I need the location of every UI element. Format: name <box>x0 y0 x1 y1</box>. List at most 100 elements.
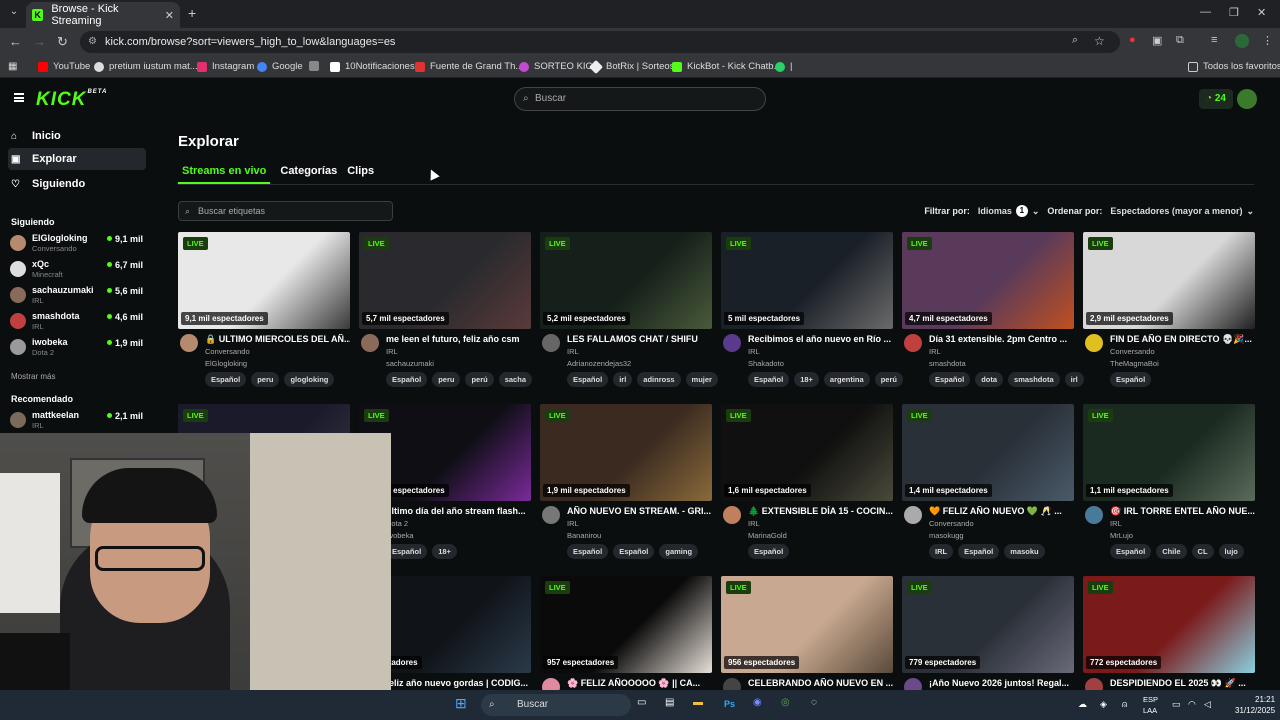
stream-title[interactable]: me leen el futuro, feliz año csm <box>386 334 531 344</box>
tag-chip[interactable]: peru <box>432 372 461 387</box>
stream-title[interactable]: 🎯 IRL TORRE ENTEL AÑO NUE... <box>1110 506 1255 517</box>
new-tab-icon[interactable]: + <box>188 5 196 21</box>
following-item[interactable]: xQc Minecraft 6,7 mil <box>10 259 150 283</box>
stream-title[interactable]: Día 31 extensible. 2pm Centro ... <box>929 334 1074 344</box>
tag-chip[interactable]: perú <box>465 372 494 387</box>
stream-title[interactable]: ¡Año Nuevo 2026 juntos! Regal... <box>929 678 1074 688</box>
tag-chip[interactable]: Español <box>205 372 247 387</box>
streamer-name[interactable]: MrLujo <box>1110 531 1133 540</box>
apps-grid-icon[interactable]: ▦ <box>8 61 17 72</box>
stream-card[interactable]: LIVE 1,4 mil espectadores 🧡 FELIZ AÑO NUE… <box>902 404 1074 569</box>
stream-title[interactable]: feliz año nuevo gordas | CODIG... <box>386 678 531 688</box>
bookmark-botrix[interactable]: BotRix | Sorteos <box>588 59 674 74</box>
onedrive-icon[interactable]: ☁ <box>1078 699 1087 710</box>
stream-thumbnail[interactable]: LIVE 5,2 mil espectadores <box>540 232 712 329</box>
chrome-icon[interactable]: ◎ <box>781 697 790 708</box>
extension-icon[interactable]: ● <box>1129 34 1136 46</box>
following-item[interactable]: sachauzumaki IRL 5,6 mil <box>10 285 150 309</box>
tag-chip[interactable]: gaming <box>659 544 699 559</box>
tag-chip[interactable]: IRL <box>929 544 954 559</box>
streamer-avatar[interactable] <box>723 506 741 524</box>
bookmark-whatsapp[interactable]: | <box>775 61 792 72</box>
tab-search-icon[interactable]: ⌄ <box>6 6 22 22</box>
stream-card[interactable]: LIVE 1,1 mil espectadores 🎯 IRL TORRE ENT… <box>1083 404 1255 569</box>
minimize-icon[interactable]: — <box>1200 6 1211 18</box>
discord-icon[interactable]: ◉ <box>753 697 762 708</box>
stream-thumbnail[interactable]: LIVE 1,4 mil espectadores <box>902 404 1074 501</box>
stream-thumbnail[interactable]: LIVE 1,1 mil espectadores <box>1083 404 1255 501</box>
tag-chip[interactable]: glogloking <box>284 372 335 387</box>
streamer-name[interactable]: ElGlogloking <box>205 359 247 368</box>
bookmark-gta[interactable]: Fuente de Grand Th... <box>415 61 523 72</box>
stream-card[interactable]: LIVE 957 espectadores 🌸 FELIZ AÑOOOOO 🌸 |… <box>540 576 712 696</box>
extension-2-icon[interactable]: ▣ <box>1152 34 1162 47</box>
stream-category[interactable]: IRL <box>929 347 941 356</box>
streamer-avatar[interactable] <box>361 334 379 352</box>
recommended-item[interactable]: mattkeelan IRL 2,1 mil <box>10 410 150 434</box>
tag-chip[interactable]: smashdota <box>1008 372 1060 387</box>
stream-title[interactable]: DESPIDIENDO EL 2025 👀 🚀 ... <box>1110 678 1255 689</box>
stream-category[interactable]: IRL <box>1110 519 1122 528</box>
stream-category[interactable]: Conversando <box>929 519 974 528</box>
bookmark-google[interactable]: Google <box>257 61 303 72</box>
wifi-icon[interactable]: ◠ <box>1188 699 1196 710</box>
stream-thumbnail[interactable]: LIVE 5,7 mil espectadores <box>359 232 531 329</box>
bookmark-youtube[interactable]: YouTube <box>38 61 90 72</box>
bookmark-instagram[interactable]: Instagram <box>197 61 254 72</box>
tag-chip[interactable]: perú <box>874 372 903 387</box>
browser-tab[interactable]: K Browse - Kick Streaming ✕ <box>26 2 180 28</box>
browser-menu-icon[interactable]: ⋮ <box>1262 34 1273 47</box>
tag-chip[interactable]: Español <box>386 372 428 387</box>
stream-thumbnail[interactable]: LIVE 772 espectadores <box>1083 576 1255 673</box>
bookmark-kickbot[interactable]: KickBot - Kick Chatb... <box>672 61 782 72</box>
bookmark-unnamed[interactable] <box>309 61 324 71</box>
stream-card[interactable]: LIVE 4,7 mil espectadores Día 31 extensib… <box>902 232 1084 397</box>
taskbar-clock[interactable]: 21:21 31/12/2025 <box>1235 694 1275 716</box>
forward-icon[interactable]: → <box>33 34 46 49</box>
tag-chip[interactable]: Español <box>613 544 655 559</box>
tag-chip[interactable]: 18+ <box>794 372 819 387</box>
stream-title[interactable]: 🌸 FELIZ AÑOOOOO 🌸 || CA... <box>567 678 712 689</box>
streamer-avatar[interactable] <box>904 334 922 352</box>
bookmark-pretium[interactable]: pretium iustum mat... <box>94 61 198 72</box>
streamer-name[interactable]: masokugg <box>929 531 964 540</box>
stream-card[interactable]: LIVE 772 espectadores DESPIDIENDO EL 2025… <box>1083 576 1255 696</box>
tag-chip[interactable]: peru <box>251 372 280 387</box>
address-bar[interactable]: ⚙ kick.com/browse?sort=viewers_high_to_l… <box>80 31 1120 53</box>
streamer-avatar[interactable] <box>723 334 741 352</box>
tag-chip[interactable]: masoku <box>1004 544 1045 559</box>
streamer-avatar[interactable] <box>542 506 560 524</box>
tag-chip[interactable]: mujer <box>685 372 718 387</box>
site-search-input[interactable]: ⌕ Buscar <box>514 87 766 111</box>
menu-hamburger-icon[interactable] <box>14 93 24 102</box>
stream-card[interactable]: LIVE 1,6 mil espectadores 🌲 EXTENSIBLE DÍ… <box>721 404 893 569</box>
tag-chip[interactable]: irl <box>613 372 633 387</box>
tag-chip[interactable]: sacha <box>498 372 532 387</box>
display-icon[interactable]: ▭ <box>1172 699 1181 710</box>
back-icon[interactable]: ← <box>9 34 22 49</box>
bookmark-sorteo-kick[interactable]: SORTEO KICK <box>519 61 599 72</box>
maximize-icon[interactable]: ❐ <box>1229 6 1239 19</box>
tag-chip[interactable]: Español <box>1110 544 1152 559</box>
points-badge[interactable]: ◔ 24 <box>1199 89 1233 109</box>
tag-chip[interactable]: Español <box>567 372 609 387</box>
language-indicator[interactable]: ESP LAA <box>1143 694 1158 716</box>
tag-chip[interactable]: Español <box>958 544 1000 559</box>
stream-thumbnail[interactable]: LIVE 1,6 mil espectadores <box>721 404 893 501</box>
stream-card[interactable]: LIVE 9,1 mil espectadores 🔒 ULTIMO MIERCO… <box>178 232 350 397</box>
app-icon[interactable]: ▤ <box>665 697 674 708</box>
tag-chip[interactable]: 18+ <box>432 544 457 559</box>
tag-chip[interactable]: Español <box>748 544 790 559</box>
stream-title[interactable]: CELEBRANDO AÑO NUEVO EN ... <box>748 678 893 688</box>
profile-avatar[interactable] <box>1235 34 1249 48</box>
streamer-avatar[interactable] <box>180 334 198 352</box>
stream-card[interactable]: LIVE 5,2 mil espectadores LES FALLAMOS CH… <box>540 232 718 397</box>
bookmark-x-notificaciones[interactable]: 10Notificaciones <box>330 61 415 72</box>
tab-streams-en-vivo[interactable]: Streams en vivo <box>178 165 271 184</box>
site-info-icon[interactable]: ⚙ <box>88 31 97 53</box>
sidebar-item-explorar[interactable]: ▣ Explorar <box>8 148 146 170</box>
stream-thumbnail[interactable]: LIVE 9,1 mil espectadores <box>178 232 350 329</box>
stream-card[interactable]: LIVE 2,9 mil espectadores FIN DE AÑO EN D… <box>1083 232 1255 397</box>
streamer-avatar[interactable] <box>904 506 922 524</box>
bookmark-star-icon[interactable]: ☆ <box>1094 34 1105 48</box>
